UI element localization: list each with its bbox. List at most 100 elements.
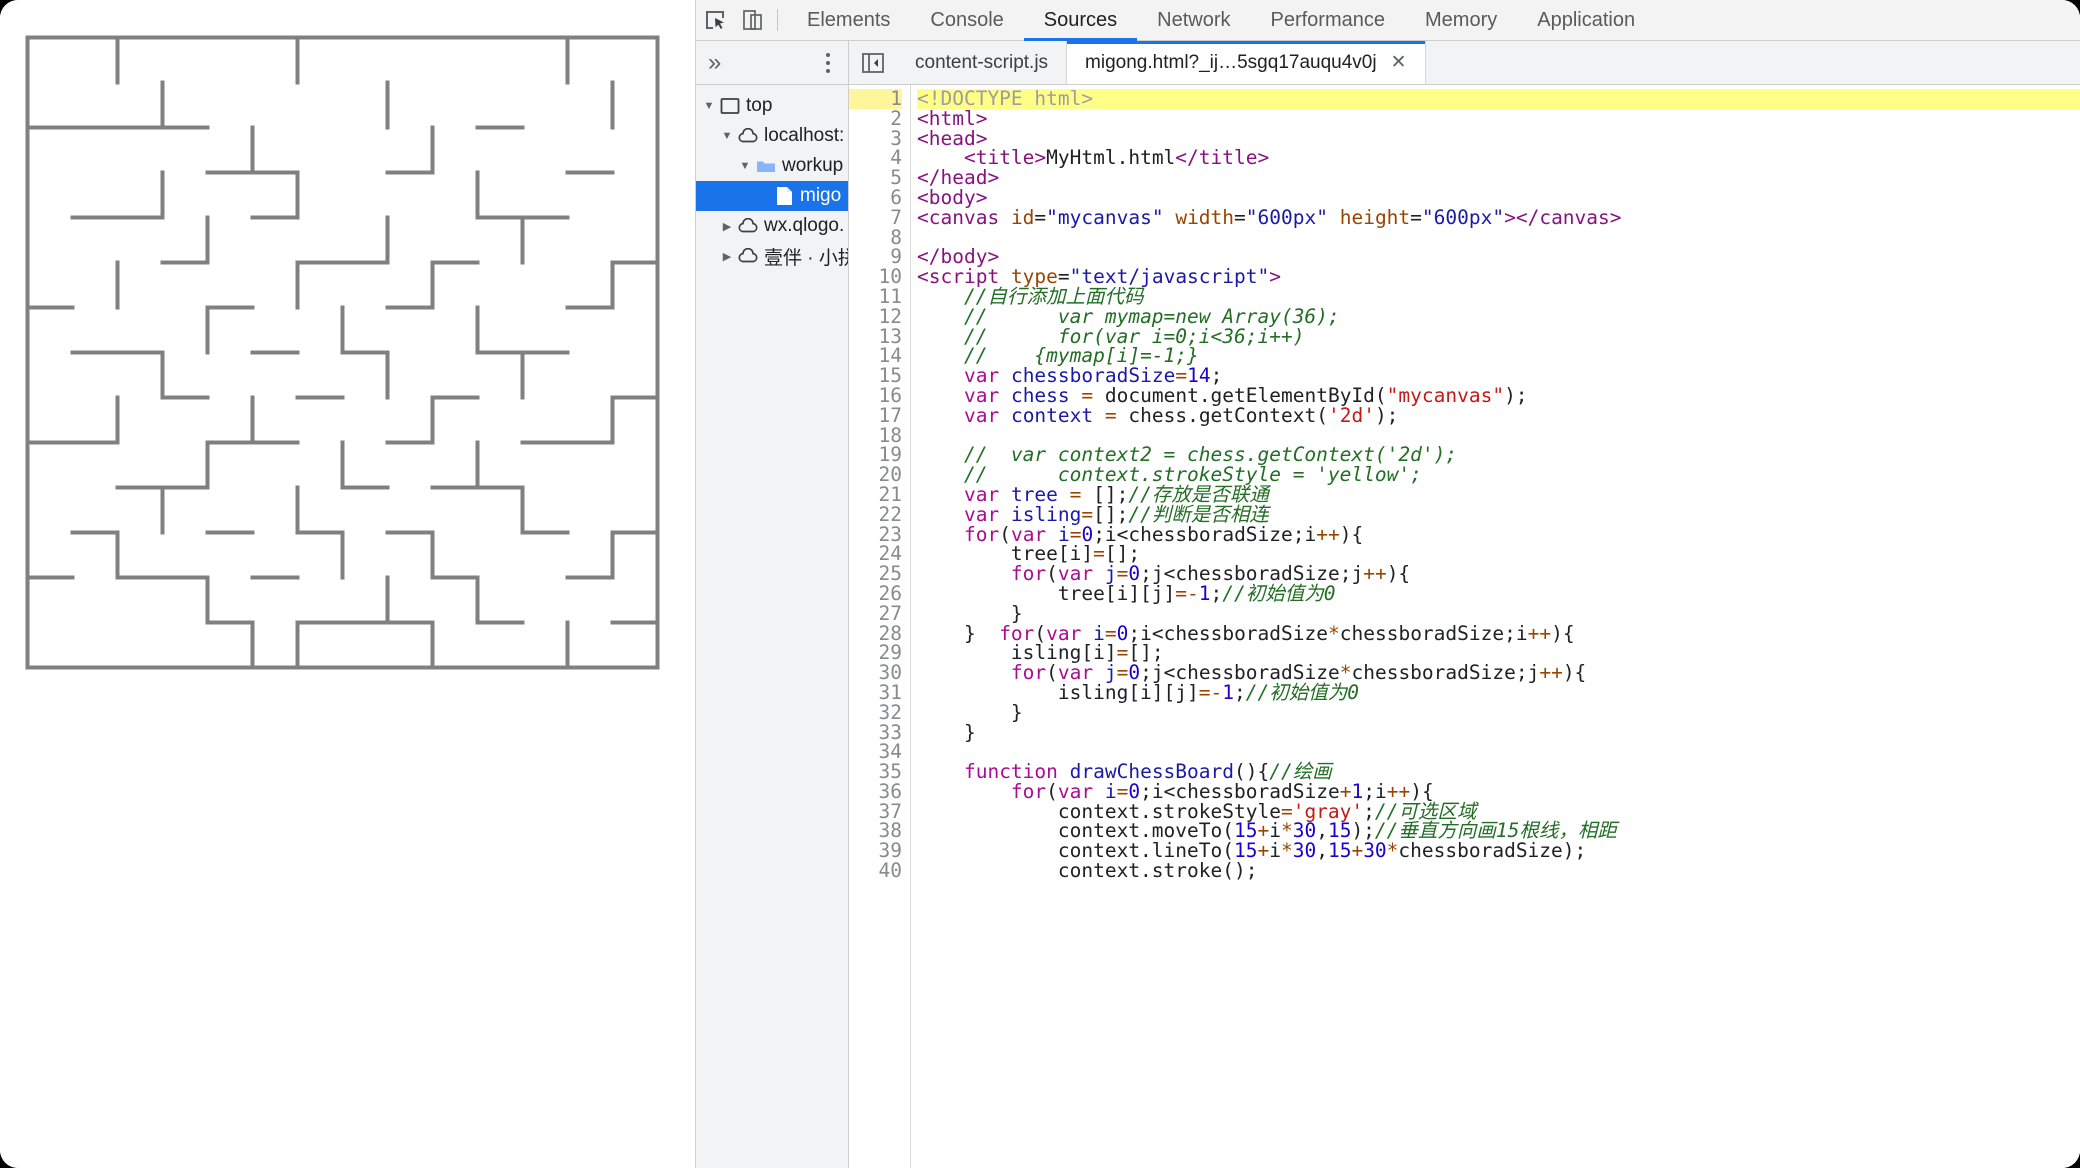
code-editor[interactable]: 1 2 3 4 5 6 7 8 9 10 11 12 13 14 15 16 17 18 19 20 21 22 23 24 2… [849, 85, 2080, 1168]
line-number[interactable]: 16 [849, 386, 902, 406]
tab-memory[interactable]: Memory [1405, 0, 1517, 41]
code-token: "mycanvas" [1386, 383, 1505, 407]
code-token: - [1210, 680, 1223, 704]
code-token: "600px" [1245, 205, 1328, 229]
code-line[interactable]: var context = chess.getContext('2d'); [917, 403, 2080, 427]
tab-performance[interactable]: Performance [1251, 0, 1406, 41]
code-token: + [1257, 839, 1270, 863]
code-token: ++ [1539, 661, 1563, 685]
line-number[interactable]: 26 [849, 584, 902, 604]
tab-network[interactable]: Network [1137, 0, 1250, 41]
line-number[interactable]: 6 [849, 188, 902, 208]
toolbar-divider [777, 9, 778, 31]
line-number[interactable]: 10 [849, 267, 902, 287]
chevron-down-icon[interactable]: ▼ [736, 160, 754, 172]
line-number[interactable]: 15 [849, 366, 902, 386]
tree-item-migo[interactable]: migo [696, 181, 848, 211]
devtools-tabstrip: Elements Console Sources Network Performance… [787, 0, 1655, 41]
code-token: "mycanvas" [1046, 205, 1164, 229]
code-line[interactable]: <!DOCTYPE html> [917, 89, 2080, 109]
code-line[interactable]: <html> [917, 108, 2080, 129]
code-token: context.stroke(); [917, 859, 1258, 883]
editor-tab-content-script-js[interactable]: content-script.js [897, 41, 1068, 84]
chevron-right-icon[interactable]: ▶ [718, 220, 736, 233]
line-number[interactable]: 22 [849, 504, 902, 525]
file-icon [772, 186, 796, 206]
tree-item-[interactable]: ▶ 壹伴 · 小拼 [696, 241, 848, 271]
line-number[interactable]: 5 [849, 168, 902, 188]
chevron-down-icon[interactable]: ▼ [700, 100, 718, 112]
code-line[interactable]: context.stroke(); [917, 861, 2080, 881]
code-line[interactable]: <canvas id="mycanvas" width="600px" heig… [917, 205, 2080, 229]
line-number[interactable]: 20 [849, 465, 902, 485]
code-line[interactable]: </head> [917, 168, 2080, 188]
code-token: context [1010, 403, 1094, 427]
tab-sources[interactable]: Sources [1023, 0, 1138, 41]
show-navigator-glyph [862, 52, 884, 73]
device-toolbar-icon[interactable] [734, 1, 772, 39]
code-line[interactable]: } [917, 702, 2080, 723]
tab-console[interactable]: Console [910, 0, 1023, 41]
line-number[interactable]: 35 [849, 762, 902, 782]
chevron-right-icon[interactable]: ▶ [718, 250, 736, 263]
tree-item-top[interactable]: ▼ top [696, 91, 848, 121]
code-token: height [1339, 205, 1411, 229]
code-line[interactable]: isling[i][j]=-1;//初始值为0 [917, 683, 2080, 703]
tab-elements[interactable]: Elements [787, 0, 910, 41]
tree-item-label: top [746, 95, 773, 116]
line-number[interactable]: 25 [849, 564, 902, 584]
tab-application[interactable]: Application [1517, 0, 1655, 41]
kebab-menu-icon[interactable] [818, 49, 838, 77]
code-token: = [1234, 205, 1246, 229]
more-tabs-button[interactable]: » [708, 50, 721, 75]
folder-icon [754, 158, 778, 174]
code-token: * [1386, 839, 1399, 863]
line-number[interactable]: 12 [849, 306, 902, 327]
line-number[interactable]: 7 [849, 207, 902, 228]
line-number[interactable]: 1 [849, 89, 902, 109]
line-number[interactable]: 40 [849, 861, 902, 881]
web-page-pane [0, 0, 695, 1168]
code-token: 30 [1292, 839, 1317, 863]
devtools-body: » ▼ top ▼ localhost: ▼ workup migo ▶ wx.qlogo. ▶ 壹… [696, 41, 2080, 1168]
line-number[interactable]: 17 [849, 405, 902, 426]
tree-item-localhost[interactable]: ▼ localhost: [696, 121, 848, 151]
editor-tab-label: content-script.js [915, 51, 1049, 73]
code-token: + [1351, 839, 1364, 863]
line-number[interactable]: 31 [849, 683, 902, 703]
line-number[interactable]: 21 [849, 485, 902, 505]
code-line[interactable]: tree[i][j]=-1;//初始值为0 [917, 584, 2080, 604]
devtools-toolbar: Elements Console Sources Network Performance… [696, 0, 2080, 41]
line-number[interactable]: 11 [849, 287, 902, 307]
show-navigator-icon[interactable] [849, 41, 897, 84]
line-number[interactable]: 27 [849, 603, 902, 624]
line-number[interactable]: 2 [849, 108, 902, 129]
code-token: ++ [1527, 621, 1552, 645]
maze-canvas[interactable] [25, 35, 660, 670]
tree-item-wx-qlogo[interactable]: ▶ wx.qlogo. [696, 211, 848, 241]
code-token: id [1010, 205, 1035, 229]
close-tab-icon[interactable]: ✕ [1391, 51, 1407, 74]
code-token: = [1198, 680, 1211, 704]
code-token: ){ [1339, 522, 1364, 546]
editor-tab-migong-html[interactable]: migong.html?_ij…5sgq17auqu4v0j ✕ [1067, 41, 1426, 84]
inspect-cursor-icon[interactable] [696, 1, 734, 39]
code-token: ){ [1386, 562, 1411, 586]
tab-label: Elements [807, 8, 891, 31]
chevron-down-icon[interactable]: ▼ [718, 130, 736, 142]
line-number[interactable]: 36 [849, 782, 902, 802]
source-code-content[interactable]: <!DOCTYPE html> <html> <head> <title>MyHtm… [911, 85, 2080, 1168]
code-token: '2d' [1327, 403, 1375, 427]
code-line[interactable] [917, 228, 2080, 248]
line-number-gutter: 1 2 3 4 5 6 7 8 9 10 11 12 13 14 15 16 17 18 19 20 21 22 23 24 2… [849, 85, 911, 1168]
code-line[interactable]: <title>MyHtml.html</title> [917, 148, 2080, 168]
code-token: - [1187, 581, 1199, 605]
tree-item-workup[interactable]: ▼ workup [696, 151, 848, 181]
line-number[interactable]: 32 [849, 702, 902, 723]
line-number[interactable]: 30 [849, 663, 902, 683]
code-token: width [1175, 205, 1235, 229]
tab-label: Network [1157, 8, 1231, 31]
code-line[interactable]: } [917, 722, 2080, 743]
